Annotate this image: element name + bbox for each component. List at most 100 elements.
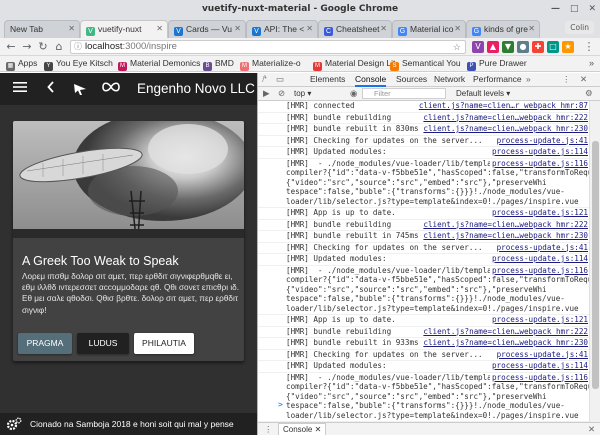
browser-tab-material-icons[interactable]: G Material ico ✕ [392,20,466,38]
reload-icon[interactable]: ↻ [36,40,50,54]
philautia-button[interactable]: PHILAUTIA [134,333,194,354]
log-source-link[interactable]: process-update.js:114 [489,361,588,371]
web-icon[interactable] [72,81,88,97]
log-source-link[interactable]: client.js?name=clien…webpack_hmr:222 [421,112,588,122]
log-source-link[interactable]: client.js?name=clien…webpack_hmr:230 [421,124,588,134]
close-tab-icon[interactable]: ✕ [380,21,387,37]
tab-label: API: The < [264,24,305,34]
more-tabs-icon[interactable]: » [526,73,531,86]
console-log-entry: process-update.js:121 [HMR] App is up to … [258,208,590,220]
close-tab-icon[interactable]: ✕ [234,21,241,37]
filter-input[interactable] [362,88,446,99]
close-drawer-icon[interactable]: ✕ [588,423,595,435]
tab-network[interactable]: Network [434,73,465,87]
profile-button[interactable]: Colin [565,21,594,34]
bookmarks-overflow-icon[interactable]: » [589,56,594,71]
eye-icon[interactable]: ◉ [350,87,357,100]
tab-elements[interactable]: Elements [310,73,345,87]
url-input[interactable]: ⓘ localhost:3000/inspire ☆ [70,40,466,54]
bookmark-materialize[interactable]: M Materialize-o [240,56,301,71]
inspect-element-icon[interactable]: ⭚ [262,73,267,86]
close-tab-icon[interactable]: ✕ [68,21,75,37]
bookmark-favicon-icon: M [313,62,322,71]
log-source-link[interactable]: process-update.js:41 [494,349,588,359]
bookmark-material-design-lite[interactable]: M Material Design Lit [313,56,395,71]
drawer-menu-kebab-icon[interactable]: ⋮ [264,423,273,435]
browser-tab-cards[interactable]: V Cards — Vu ✕ [168,20,246,38]
scrollbar-thumb[interactable] [592,141,599,389]
extension-icon[interactable]: ▼ [502,41,514,53]
bookmark-pure-drawer[interactable]: P Pure Drawer [467,56,527,71]
device-toolbar-icon[interactable]: ▭ [276,73,284,86]
extension-icon[interactable]: ▲ [487,41,499,53]
bookmark-material-demonics[interactable]: M Material Demonics [118,56,200,71]
log-source-link[interactable]: client.js?name=clien…webpack_hmr:222 [421,219,588,229]
console-settings-gear-icon[interactable]: ⚙ [585,87,593,100]
bookmark-star-icon[interactable]: ☆ [453,41,461,53]
log-source-link[interactable]: process-update.js:116 [489,265,588,275]
menu-hamburger-icon[interactable] [12,81,28,97]
console-prompt[interactable]: > [258,400,590,410]
log-source-link[interactable]: process-update.js:121 [489,315,588,325]
browser-tab-kinds-of-green[interactable]: Gkinds of gre ✕ [466,20,540,38]
extension-icon[interactable]: ✚ [532,41,544,53]
context-selector[interactable]: top ▾ [294,87,311,100]
log-source-link[interactable]: process-update.js:114 [489,147,588,157]
browser-tab-cheatsheet[interactable]: C Cheatsheet ✕ [318,20,392,38]
ludus-button[interactable]: LUDUS [77,333,129,354]
close-tab-icon[interactable]: ✕ [454,21,461,37]
browser-tab-new-tab[interactable]: New Tab ✕ [4,20,80,38]
sidebar-toggle-icon[interactable]: ▶ [263,87,270,100]
bookmark-apps[interactable]: ▦ Apps [6,56,37,71]
tab-console[interactable]: Console [355,73,387,87]
tab-sources[interactable]: Sources [396,73,427,87]
tab-performance[interactable]: Performance [473,73,522,87]
log-source-link[interactable]: process-update.js:41 [494,242,588,252]
devtools-menu-kebab-icon[interactable]: ⋮ [562,73,571,86]
infinity-icon[interactable] [100,81,122,97]
console-scrollbar[interactable] [589,101,600,422]
close-tab-icon[interactable]: ✕ [528,21,535,37]
levels-value: Default levels [456,89,505,98]
extension-vue-devtools-icon[interactable]: V [472,41,484,53]
info-icon[interactable]: ⓘ [74,41,82,53]
address-bar: ← → ↻ ⌂ ⓘ localhost:3000/inspire ☆ V ▲ ▼… [0,38,600,56]
log-source-link[interactable]: process-update.js:121 [489,208,588,218]
bookmark-you-eye-kitsch[interactable]: Y You Eye Kitsch [44,56,113,71]
pragma-button[interactable]: PRAGMA [18,333,72,354]
log-source-link[interactable]: process-update.js:41 [494,135,588,145]
extension-icon[interactable]: ● [517,41,529,53]
log-source-link[interactable]: client.js?name=clien…webpack_hmr:222 [421,326,588,336]
log-source-link[interactable]: process-update.js:116 [489,158,588,168]
chevron-left-icon[interactable] [43,81,59,97]
bookmark-semantical-you[interactable]: S Semantical You [390,56,461,71]
console-log-entry: process-update.js:116 [HMR] - ./node_modu… [258,372,590,422]
maximize-icon[interactable]: □ [570,3,579,15]
log-source-link[interactable]: process-update.js:116 [489,372,588,382]
log-source-link[interactable]: client.js?name=clien…webpack_hmr:230 [421,231,588,241]
extension-icon[interactable]: ★ [562,41,574,53]
drawer-tab-console[interactable]: Console ✕ [278,423,327,435]
close-tab-icon[interactable]: ✕ [156,21,163,37]
extension-icon[interactable]: □ [547,41,559,53]
log-source-link[interactable]: client.js?name=clien…webpack_hmr:230 [421,338,588,348]
menu-kebab-icon[interactable]: ⋮ [582,40,596,54]
bookmark-bmd[interactable]: B BMD [203,56,234,71]
window-title: vuetify-nuxt-material - Google Chrome [201,4,399,14]
browser-tab-api[interactable]: V API: The < ✕ [246,20,318,38]
back-arrow-icon[interactable]: ← [4,40,18,54]
home-icon[interactable]: ⌂ [52,40,66,54]
forward-arrow-icon[interactable]: → [20,40,34,54]
close-tab-icon[interactable]: ✕ [306,21,313,37]
log-levels-dropdown[interactable]: Default levels ▾ [456,87,510,100]
bookmark-label: Materialize-o [252,58,301,68]
devtools-tabbar: ⭚ ▭ Elements Console Sources Network Per… [258,73,600,87]
cheatsheet-icon: C [324,27,333,36]
minimize-icon[interactable]: — [551,3,560,15]
clear-console-icon[interactable]: ⊘ [278,87,285,100]
close-devtools-icon[interactable]: ✕ [580,73,587,86]
log-source-link[interactable]: client.js?name=clien…r_webpack_hmr:87 [416,101,588,111]
browser-tab-vuetify-nuxt[interactable]: Vvuetify-nuxt ✕ [80,20,168,38]
close-icon[interactable]: ✕ [588,3,596,15]
log-source-link[interactable]: process-update.js:114 [489,254,588,264]
